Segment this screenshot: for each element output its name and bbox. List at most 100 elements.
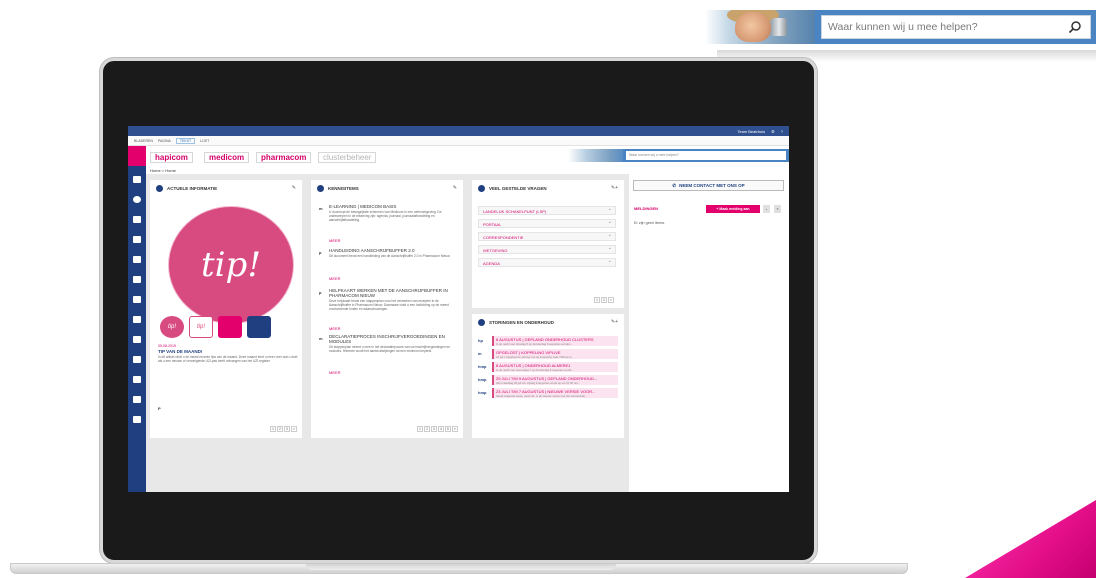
page-1[interactable]: 1 bbox=[270, 426, 276, 432]
mini-banner: Waar kunnen wij u mee helpen? bbox=[568, 149, 789, 162]
lock-icon[interactable] bbox=[133, 396, 141, 403]
more-link[interactable]: MEER bbox=[329, 370, 341, 375]
ribbon-tab-lijst[interactable]: LIJST bbox=[200, 139, 209, 143]
item-sub: 31 juli | Opgelost de storing met de kop… bbox=[496, 355, 574, 359]
knowledge-icon bbox=[317, 185, 324, 192]
page-next[interactable]: » bbox=[607, 297, 614, 303]
page-3[interactable]: 3 bbox=[283, 426, 290, 432]
news-title[interactable]: TIP VAN DE MAAND! bbox=[158, 349, 202, 354]
search-icon[interactable] bbox=[1068, 20, 1082, 34]
sidebar-icon-2[interactable] bbox=[133, 196, 141, 203]
page-5[interactable]: 5 bbox=[444, 426, 451, 432]
thumbnail[interactable] bbox=[218, 316, 242, 338]
item-abbr: hmp bbox=[478, 377, 487, 382]
page-3[interactable]: 3 bbox=[430, 426, 437, 432]
brand-clusterbeheer[interactable]: clusterbeheer bbox=[318, 152, 377, 163]
help-icon[interactable]: ? bbox=[781, 129, 783, 134]
sidebar-icon-9[interactable] bbox=[133, 336, 141, 343]
list-item[interactable]: m OPGELOST | KOPPELING VIPLIVE 31 juli | … bbox=[478, 349, 618, 359]
sidebar bbox=[128, 146, 146, 492]
page-next[interactable]: » bbox=[290, 426, 297, 432]
item-sub: Vanaf volgende week, week 31, is de nieu… bbox=[496, 394, 588, 398]
page-1[interactable]: 1 bbox=[594, 297, 600, 303]
brand-hapicom[interactable]: hapicom bbox=[150, 152, 193, 163]
mini-search-input[interactable]: Waar kunnen wij u mee helpen? bbox=[626, 151, 786, 160]
list-item[interactable]: p HANDLEIDING AANSCHRIJFBUFFER 2.0 Dit d… bbox=[319, 248, 457, 288]
phone-icon[interactable] bbox=[133, 416, 141, 423]
panel-actuele-informatie: ACTUELE INFORMATIE ✎ tip! tip! tip! 05-0… bbox=[150, 180, 302, 438]
breadcrumb[interactable]: Home > Home bbox=[150, 168, 176, 173]
page-1[interactable]: 1 bbox=[417, 426, 423, 432]
item-title[interactable]: E-LEARNING | MEDICOM BASIS bbox=[329, 204, 457, 209]
thumbnail[interactable]: tip! bbox=[189, 316, 213, 338]
brand-bar: hapicom medicom pharmacom clusterbeheer … bbox=[146, 146, 789, 168]
tip-image[interactable]: tip! bbox=[172, 210, 290, 320]
brand-pharmacom[interactable]: pharmacom bbox=[256, 152, 312, 163]
gear-icon[interactable]: ⚙ bbox=[771, 129, 775, 134]
item-letter: m bbox=[319, 336, 323, 341]
home-icon[interactable] bbox=[128, 146, 146, 166]
list-item[interactable]: hmp 23 JULI T/M 7 AUGUSTUS | NIEUWE VERS… bbox=[478, 388, 618, 398]
panel-kennisitems: KENNISITEMS ✎ m E-LEARNING | MEDICOM BAS… bbox=[311, 180, 463, 438]
sidebar-icon-10[interactable] bbox=[133, 356, 141, 363]
pink-corner-decoration bbox=[965, 500, 1096, 578]
faq-item[interactable]: CORRESPONDENTIE bbox=[478, 232, 616, 241]
laptop-base bbox=[10, 563, 908, 574]
item-title[interactable]: HANDLEIDING AANSCHRIJFBUFFER 2.0 bbox=[329, 248, 457, 253]
edit-add-icon[interactable]: ✎+ bbox=[611, 185, 618, 191]
thumbnail[interactable]: tip! bbox=[160, 316, 184, 338]
page-4[interactable]: 4 bbox=[437, 426, 444, 432]
sidebar-icon-8[interactable] bbox=[133, 316, 141, 323]
sidebar-icon-6[interactable] bbox=[133, 276, 141, 283]
close-icon[interactable]: × bbox=[774, 205, 781, 213]
contact-button-label: NEEM CONTACT MET ONS OP bbox=[679, 183, 745, 188]
list-item[interactable]: hmp 8 AUGUSTUS | ONDERHOUD ALMERE1 In de … bbox=[478, 362, 618, 372]
item-title[interactable]: HELPKAART WERKEN MET DE AANSCHRIJFBUFFER… bbox=[329, 288, 457, 298]
user-name[interactable]: Team Beatrhuis bbox=[737, 129, 765, 134]
more-link[interactable]: MEER bbox=[329, 326, 341, 331]
page-2[interactable]: 2 bbox=[423, 426, 430, 432]
edit-icon[interactable]: ✎ bbox=[453, 185, 457, 191]
ribbon: BLADEREN PAGINA TEKST LIJST bbox=[128, 136, 789, 146]
list-item[interactable]: hp 6 AUGUSTUS | GEPLAND ONDERHOUD CLUSTE… bbox=[478, 336, 618, 346]
new-melding-button[interactable]: + Maak melding aan bbox=[706, 205, 760, 213]
item-title[interactable]: DECLARATIEPROCES INSCHRIJFVERGOEDINGEN E… bbox=[329, 334, 457, 344]
more-link[interactable]: MEER bbox=[329, 238, 341, 243]
list-item[interactable]: m E-LEARNING | MEDICOM BASIS U doorloopt… bbox=[319, 204, 457, 244]
sidebar-icon-5[interactable] bbox=[133, 256, 141, 263]
list-item[interactable]: p HELPKAART WERKEN MET DE AANSCHRIJFBUFF… bbox=[319, 288, 457, 334]
list-item[interactable]: m DECLARATIEPROCES INSCHRIJFVERGOEDINGEN… bbox=[319, 334, 457, 380]
laptop-screen: Team Beatrhuis ⚙ ? BLADEREN PAGINA TEKST… bbox=[128, 126, 789, 492]
page-2[interactable]: 2 bbox=[600, 297, 607, 303]
ribbon-tab-tekst[interactable]: TEKST bbox=[175, 137, 196, 144]
item-sub: Van maandag 29 juli t/m vrijdag 9 august… bbox=[496, 381, 581, 385]
page-2[interactable]: 2 bbox=[276, 426, 283, 432]
item-desc: U doorloopt de belangrijkste schermen va… bbox=[329, 210, 442, 222]
faq-item[interactable]: PORTAAL bbox=[478, 219, 616, 228]
ribbon-tab-bladeren[interactable]: BLADEREN bbox=[134, 139, 153, 143]
chevron-down-icon[interactable]: ⌄ bbox=[763, 205, 770, 213]
more-link[interactable]: MEER bbox=[329, 276, 341, 281]
sidebar-icon-1[interactable] bbox=[133, 176, 141, 183]
contact-button[interactable]: ✆ NEEM CONTACT MET ONS OP bbox=[633, 180, 784, 191]
panel-title: KENNISITEMS bbox=[328, 186, 359, 191]
list-item[interactable]: hmp 29 JULI T/M 9 AUGUSTUS | GEPLAND OND… bbox=[478, 375, 618, 385]
edit-icon[interactable]: ✎ bbox=[292, 185, 296, 191]
sidebar-icon-3[interactable] bbox=[133, 216, 141, 223]
faq-item[interactable]: WETGEVING bbox=[478, 245, 616, 254]
panel-veel-gestelde-vragen: VEEL GESTELDE VRAGEN ✎+ LANDELIJK SCHAKE… bbox=[472, 180, 624, 308]
faq-item[interactable]: LANDELIJK SCHAKELPUNT (LSP) bbox=[478, 206, 616, 215]
page-next[interactable]: » bbox=[451, 426, 458, 432]
banner-search-input[interactable]: Waar kunnen wij u mee helpen? bbox=[821, 15, 1091, 39]
sidebar-icon-4[interactable] bbox=[133, 236, 141, 243]
faq-item[interactable]: AGENDA bbox=[478, 258, 616, 267]
item-abbr: m bbox=[478, 351, 482, 356]
item-letter: p bbox=[319, 290, 322, 295]
warning-icon bbox=[478, 319, 485, 326]
ribbon-tab-pagina[interactable]: PAGINA bbox=[158, 139, 171, 143]
thumbnail[interactable] bbox=[247, 316, 271, 338]
sidebar-icon-7[interactable] bbox=[133, 296, 141, 303]
brand-medicom[interactable]: medicom bbox=[204, 152, 250, 163]
sidebar-icon-11[interactable] bbox=[133, 376, 141, 383]
edit-add-icon[interactable]: ✎+ bbox=[611, 319, 618, 325]
